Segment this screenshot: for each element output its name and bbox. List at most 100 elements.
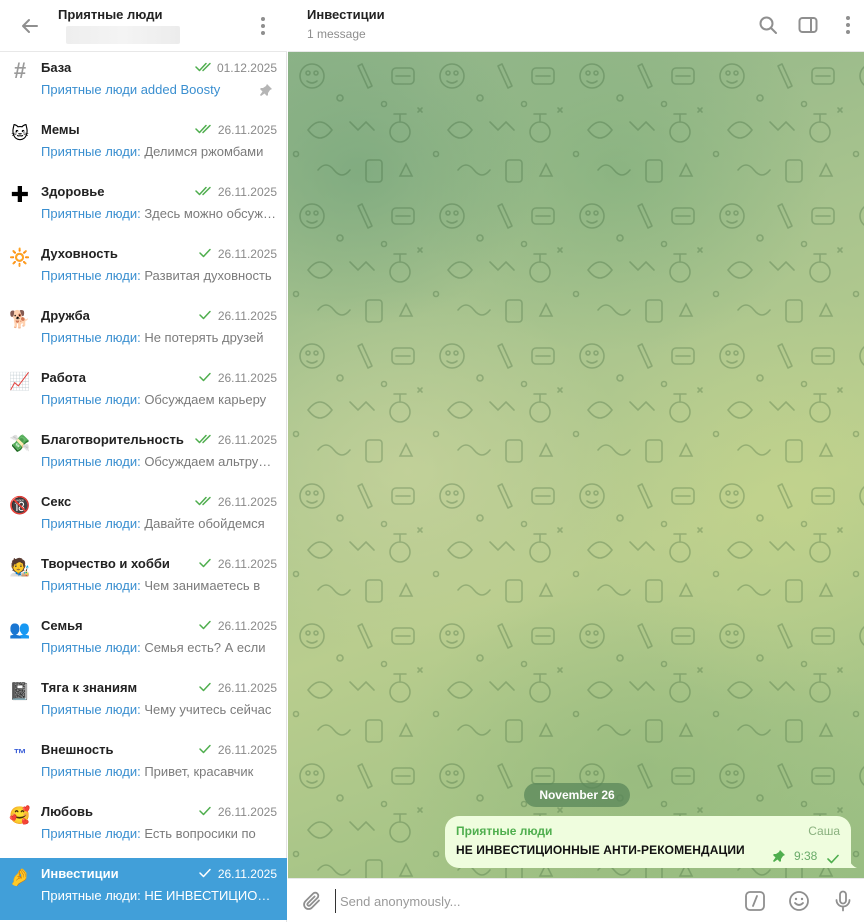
check-icon [199,744,211,754]
preview-sender: Приятные люди: [41,764,141,779]
chat-title[interactable]: Инвестиции [307,7,385,22]
preview-text: Развитая духовность [140,268,272,283]
topic-name: Любовь [41,804,94,819]
double-check-icon [195,62,211,72]
check-icon [199,310,211,320]
topic-date: 26.11.2025 [217,805,277,819]
sidebar-toggle-icon[interactable] [796,13,820,37]
cross-icon: ✚ [10,182,30,207]
topic-date: 26.11.2025 [217,247,277,261]
topic-item[interactable]: 🤌 Инвестиции 26.11.2025 Приятные люди: НЕ И… [0,858,287,920]
topic-name: Тяга к знаниям [41,680,138,695]
search-icon[interactable] [756,13,780,37]
topic-preview: Приятные люди: Семья есть? А если [41,640,276,655]
paperclip-icon[interactable] [300,889,324,913]
topic-date: 01.12.2025 [216,61,277,75]
preview-sender: Приятные люди: [41,640,141,655]
topic-name: База [41,60,72,75]
microphone-icon[interactable] [831,889,855,913]
preview-sender: Приятные люди: [41,578,141,593]
chat-background: November 26 Приятные люди Саша НЕ ИНВЕСТ… [288,52,864,878]
topic-preview: Приятные люди: Развитая духовность [41,268,276,283]
preview-text: НЕ ИНВЕСТИЦИОННЫЕ [144,888,276,903]
preview-sender: Приятные люди: [41,888,141,903]
pin-icon [259,83,273,97]
cat-icon: 🐱 [11,123,29,143]
preview-sender: Приятные люди added Boosty [41,82,221,97]
topic-date: 26.11.2025 [217,681,277,695]
topic-name: Благотворительность [41,432,184,447]
topic-date: 26.11.2025 [217,495,277,509]
double-check-icon [195,124,211,134]
preview-text: Чему учитесь сейчас [140,702,272,717]
preview-text: Не потерять друзей [140,330,264,345]
pinch-hand-icon: 🤌 [9,867,31,887]
topic-item[interactable]: 📓 Тяга к знаниям 26.11.2025 Приятные люди: … [0,672,287,734]
topic-item[interactable]: 🐱 Мемы 26.11.2025 Приятные люди: Делимся рж… [0,114,287,176]
bot-commands-icon[interactable] [743,889,767,913]
message-bubble[interactable]: Приятные люди Саша НЕ ИНВЕСТИЦИОННЫЕ АНТ… [445,816,857,868]
topic-name: Семья [41,618,83,633]
double-check-icon [195,434,211,444]
preview-text: Семья есть? А если [140,640,266,655]
composer [288,878,864,922]
topic-date: 26.11.2025 [217,123,277,137]
check-icon [199,372,211,382]
double-check-icon [195,186,211,196]
topic-name: Творчество и хобби [41,556,170,571]
topic-date: 26.11.2025 [217,743,277,757]
date-badge: November 26 [524,783,630,807]
chart-icon: 📈 [9,371,31,391]
topic-preview: Приятные люди: Обсуждаем альтруизм [41,454,276,469]
preview-text: Привет, красавчик [140,764,254,779]
emoji-icon[interactable] [787,889,811,913]
topic-date: 26.11.2025 [217,557,277,571]
more-vertical-icon[interactable] [252,14,274,38]
doodle-pattern [288,52,864,878]
bubble-tail [847,856,857,868]
preview-sender: Приятные люди: [41,144,141,159]
topic-item[interactable]: 📈 Работа 26.11.2025 Приятные люди: Обсуждае… [0,362,287,424]
topic-item[interactable]: 💸 Благотворительность 26.11.2025 Приятные л… [0,424,287,486]
preview-sender: Приятные люди: [41,454,141,469]
topic-item[interactable]: 🐕 Дружба 26.11.2025 Приятные люди: Не потер… [0,300,287,362]
topic-date: 26.11.2025 [217,371,277,385]
love-face-icon: 🥰 [9,805,31,825]
message-author: Саша [808,824,840,838]
topic-name: Мемы [41,122,80,137]
topic-name: Работа [41,370,86,385]
double-check-icon [195,496,211,506]
chat-panel: Инвестиции 1 message November 26 Приятны… [288,0,864,922]
topic-name: Секс [41,494,72,509]
preview-sender: Приятные люди: [41,826,141,841]
topic-item[interactable]: 🧑‍🎨 Творчество и хобби 26.11.2025 Приятные … [0,548,287,610]
check-icon [199,558,211,568]
back-arrow-icon[interactable] [18,14,42,38]
topic-preview: Приятные люди added Boosty [41,82,256,97]
message-text: НЕ ИНВЕСТИЦИОННЫЕ АНТИ-РЕКОМЕНДАЦИИ [456,843,745,857]
topic-preview: Приятные люди: Давайте обойдемся [41,516,276,531]
check-icon [199,620,211,630]
topic-date: 26.11.2025 [217,619,277,633]
topic-name: Духовность [41,246,118,261]
topic-item[interactable]: 👥 Семья 26.11.2025 Приятные люди: Семья ест… [0,610,287,672]
topic-preview: Приятные люди: Не потерять друзей [41,330,276,345]
topic-preview: Приятные люди: НЕ ИНВЕСТИЦИОННЫЕ [41,888,276,903]
topic-preview: Приятные люди: Привет, красавчик [41,764,276,779]
topic-preview: Приятные люди: Обсуждаем карьеру [41,392,276,407]
topic-item[interactable]: 🔆 Духовность 26.11.2025 Приятные люди: Разв… [0,238,287,300]
topic-item[interactable]: # База 01.12.2025 Приятные люди added Boost… [0,52,287,114]
preview-sender: Приятные люди: [41,206,141,221]
group-subtitle [66,26,180,44]
artist-icon: 🧑‍🎨 [9,557,31,577]
book-icon: 📓 [9,681,31,701]
topic-date: 26.11.2025 [217,867,277,881]
message-sender[interactable]: Приятные люди [456,824,552,838]
topic-date: 26.11.2025 [217,433,277,447]
message-input[interactable] [335,889,715,913]
more-vertical-icon[interactable] [836,13,860,37]
topic-item[interactable]: ✚ Здоровье 26.11.2025 Приятные люди: Здесь … [0,176,287,238]
topic-item[interactable]: 🔞 Секс 26.11.2025 Приятные люди: Давайте об… [0,486,287,548]
topic-item[interactable]: 🥰 Любовь 26.11.2025 Приятные люди: Есть воп… [0,796,287,858]
topic-item[interactable]: ™ Внешность 26.11.2025 Приятные люди: Приве… [0,734,287,796]
